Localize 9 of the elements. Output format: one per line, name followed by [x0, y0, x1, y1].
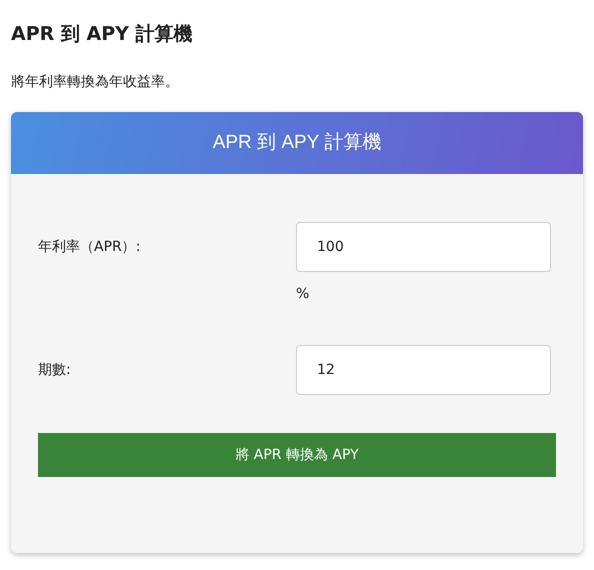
unit-label: %: [296, 285, 310, 304]
field-label: 年利率（APR）:: [38, 238, 140, 256]
card-title: APR 到 APY 計算機: [212, 130, 382, 155]
convert-button[interactable]: 將 APR 轉換為 APY: [38, 433, 556, 477]
input-field[interactable]: 100: [296, 222, 551, 272]
input-field[interactable]: 12: [296, 345, 551, 395]
page-title: APR 到 APY 計算機: [11, 22, 192, 47]
page-description: 將年利率轉換為年收益率。: [11, 73, 179, 92]
field-label: 期數:: [38, 360, 71, 380]
